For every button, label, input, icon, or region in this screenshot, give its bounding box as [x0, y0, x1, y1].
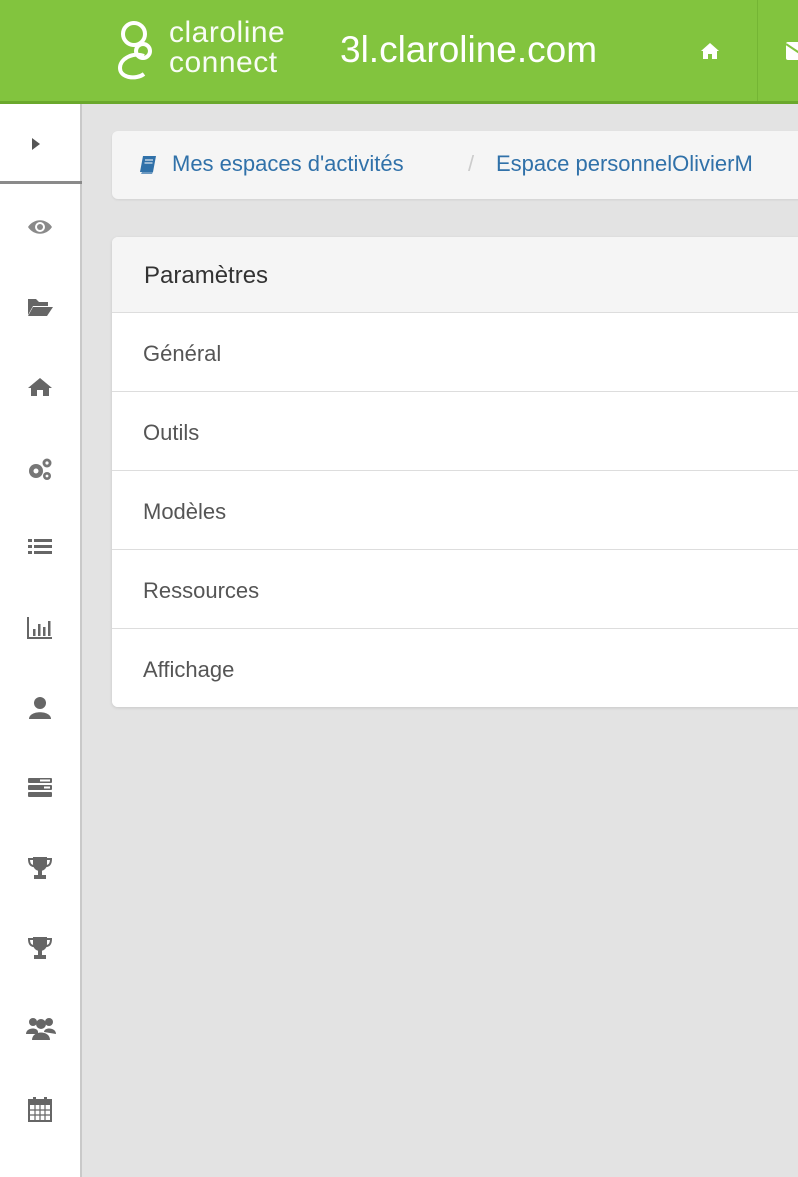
site-title[interactable]: 3l.claroline.com: [340, 30, 597, 70]
trophy-icon: [27, 857, 53, 879]
list-icon: [28, 539, 52, 554]
sidebar-item-tasks[interactable]: [0, 760, 80, 820]
breadcrumb-separator: /: [468, 151, 475, 176]
sidebar-item-agenda[interactable]: [0, 1080, 80, 1140]
settings-item-display[interactable]: Affichage: [112, 629, 798, 707]
sidebar-item-analytics[interactable]: [0, 600, 80, 660]
envelope-icon: [786, 42, 798, 60]
claroline-logo-icon: [117, 21, 152, 80]
top-navbar: claroline connect 3l.claroline.com: [0, 0, 798, 104]
home-icon: [701, 43, 719, 59]
user-icon: [29, 697, 51, 719]
settings-panel: Paramètres Général Outils Modèles Ressou…: [112, 237, 798, 707]
breadcrumb-link-personal-workspace[interactable]: Espace personnelOlivierM: [496, 151, 753, 177]
settings-item-label: Modèles: [143, 499, 227, 524]
sidebar-item-settings[interactable]: [0, 440, 80, 500]
messages-button[interactable]: [780, 36, 798, 66]
breadcrumb-content: Mes espaces d'activités / Espace personn…: [112, 131, 798, 199]
tasks-icon: [28, 778, 52, 797]
home-button[interactable]: [690, 36, 730, 66]
logo-text-connect: connect: [169, 46, 278, 79]
sidebar-item-groups[interactable]: [0, 1000, 80, 1060]
settings-item-models[interactable]: Modèles: [112, 471, 798, 550]
sidebar-item-list[interactable]: [0, 520, 80, 580]
caret-right-icon: [32, 138, 40, 150]
settings-item-label: Général: [143, 341, 222, 366]
settings-item-tools[interactable]: Outils: [112, 392, 798, 471]
trophy-icon: [27, 937, 53, 959]
breadcrumb: Mes espaces d'activités / Espace personn…: [112, 131, 798, 199]
book-icon: [140, 156, 156, 174]
sidebar-item-view[interactable]: [0, 200, 80, 260]
sidebar-toggle-button[interactable]: [0, 104, 82, 184]
settings-panel-heading: Paramètres: [112, 237, 798, 313]
sidebar-item-resources[interactable]: [0, 280, 80, 340]
sidebar-item-home[interactable]: [0, 360, 80, 420]
settings-item-resources[interactable]: Ressources: [112, 550, 798, 629]
calendar-icon: [28, 1097, 52, 1122]
settings-item-label: Ressources: [143, 578, 260, 603]
logo-text-claroline: claroline: [169, 16, 286, 49]
settings-item-label: Outils: [143, 420, 200, 445]
sidebar-item-badges-2[interactable]: [0, 920, 80, 980]
settings-panel-title: Paramètres: [144, 262, 269, 289]
sidebar-item-badges[interactable]: [0, 840, 80, 900]
navbar-divider: [757, 0, 758, 101]
folder-open-icon: [28, 299, 53, 316]
home-icon: [28, 378, 52, 396]
settings-item-general[interactable]: Général: [112, 313, 798, 392]
settings-item-label: Affichage: [143, 657, 235, 682]
breadcrumb-link-workspaces[interactable]: Mes espaces d'activités: [172, 151, 404, 177]
users-icon: [26, 1018, 56, 1040]
sidebar-item-users[interactable]: [0, 680, 80, 740]
left-sidebar: [0, 104, 82, 1177]
cogs-icon: [29, 458, 52, 480]
claroline-connect-logo[interactable]: claroline connect: [112, 14, 327, 86]
eye-icon: [28, 220, 52, 234]
bar-chart-icon: [27, 617, 52, 639]
